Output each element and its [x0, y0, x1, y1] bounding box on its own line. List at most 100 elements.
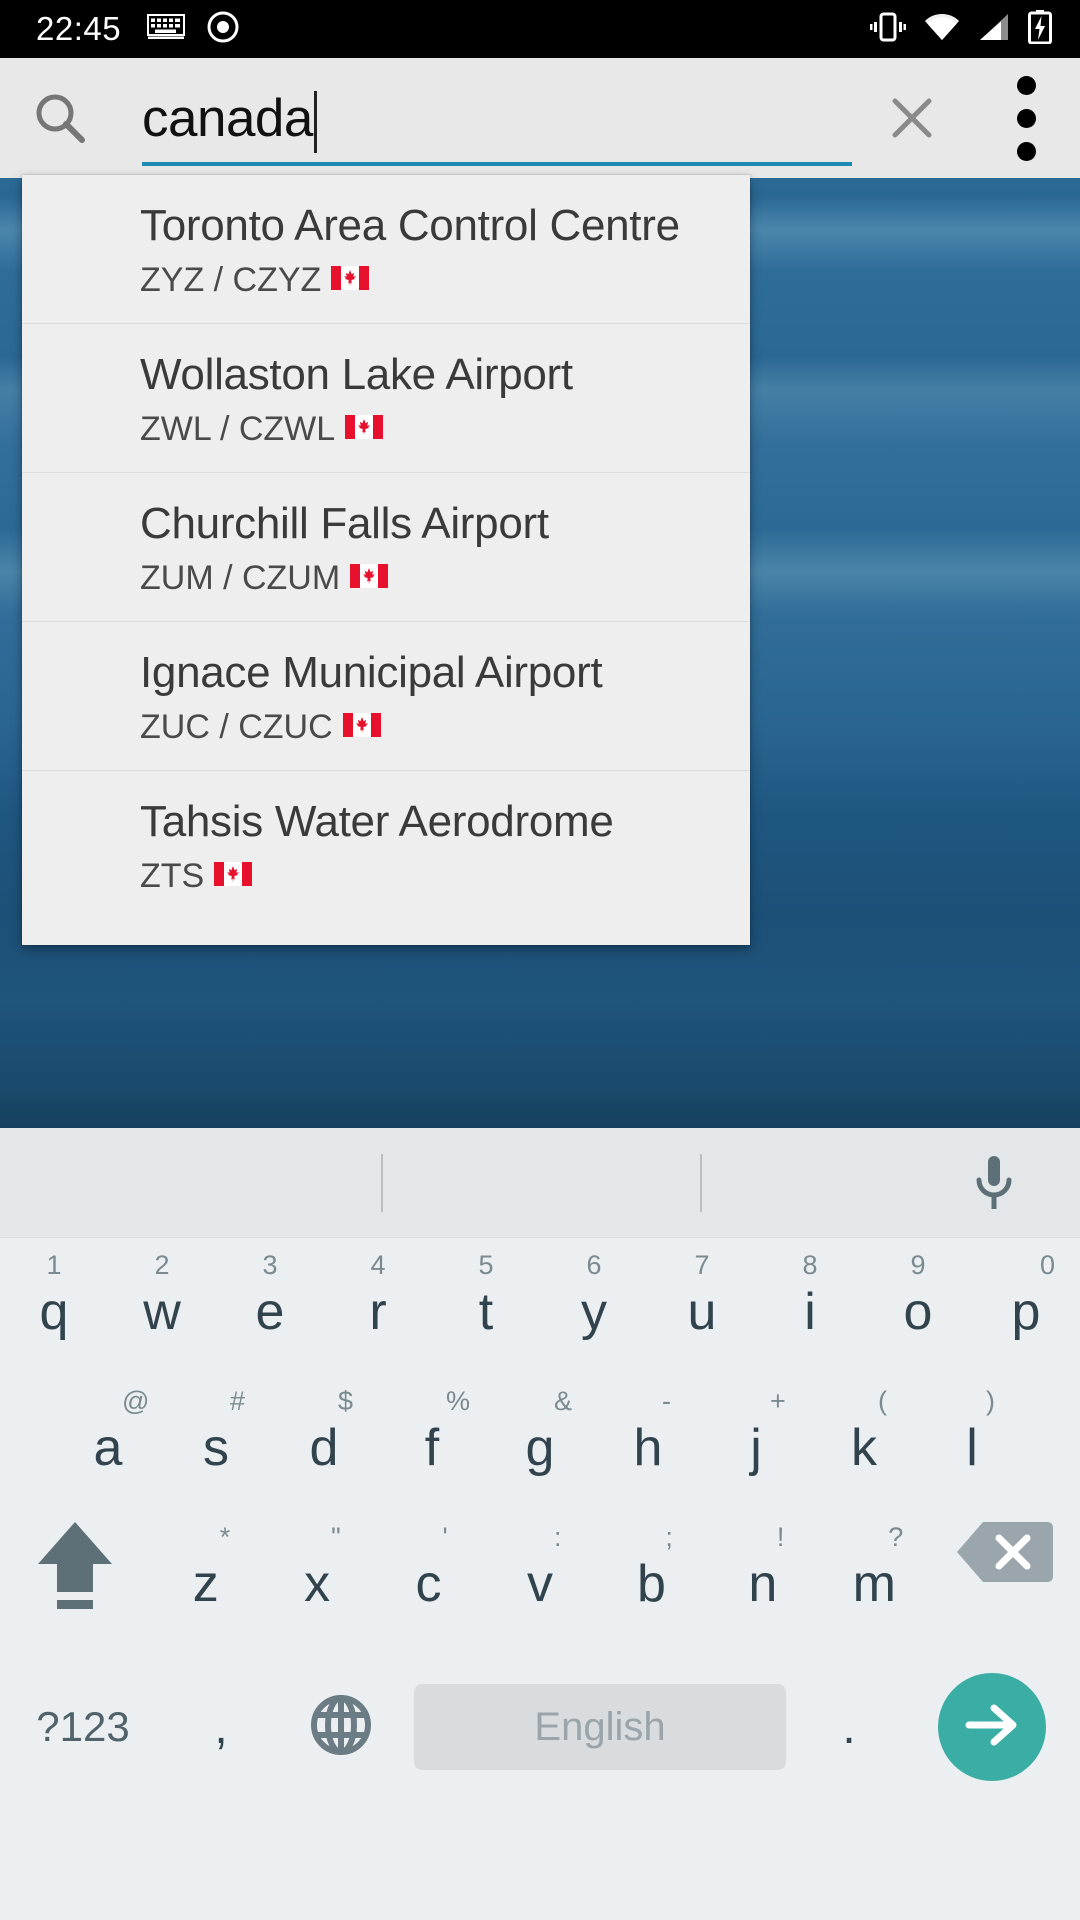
suggestion-name: Tahsis Water Aerodrome	[140, 796, 614, 846]
key-label: u	[687, 1283, 717, 1341]
shift-icon	[32, 1516, 118, 1617]
key-j[interactable]: + j	[702, 1380, 810, 1516]
search-input[interactable]: canada	[120, 58, 852, 178]
suggestion-name: Churchill Falls Airport	[140, 498, 549, 548]
space-key[interactable]: English	[414, 1684, 786, 1770]
key-label: a	[93, 1419, 123, 1477]
key-w[interactable]: 2w	[108, 1244, 216, 1380]
key-k[interactable]: (k	[810, 1380, 918, 1516]
key-m[interactable]: ? m	[819, 1516, 930, 1652]
suggestion-codes-row: ZTS	[140, 857, 750, 895]
key-y[interactable]: 6y	[540, 1244, 648, 1380]
symbols-key[interactable]: ?123	[0, 1703, 166, 1751]
key-hint: 5	[478, 1250, 494, 1280]
key-label: w	[143, 1283, 181, 1341]
shift-key[interactable]	[0, 1516, 150, 1617]
key-a[interactable]: @ a	[54, 1380, 162, 1516]
key-hint: +	[770, 1386, 786, 1416]
key-b[interactable]: ; b	[596, 1516, 707, 1652]
key-i[interactable]: 8i	[756, 1244, 864, 1380]
comma-key[interactable]: ,	[166, 1700, 276, 1755]
record-icon	[207, 11, 239, 48]
suggestion-divider	[700, 1154, 702, 1212]
status-bar: 22:45	[0, 0, 1080, 58]
backspace-icon	[956, 1516, 1053, 1593]
key-u[interactable]: 7u	[648, 1244, 756, 1380]
key-label: l	[966, 1419, 978, 1477]
keyboard-row-2: @ a # s $ d % f & g -h + j (k ) l	[0, 1380, 1080, 1516]
key-hint: 3	[262, 1250, 278, 1280]
microphone-icon[interactable]	[966, 1152, 1022, 1219]
overflow-menu-icon	[1016, 75, 1036, 95]
key-hint: 1	[46, 1250, 62, 1280]
key-label: t	[478, 1283, 494, 1341]
key-hint: 7	[694, 1250, 710, 1280]
enter-key-circle	[938, 1673, 1046, 1781]
key-o[interactable]: 9o	[864, 1244, 972, 1380]
suggestion-codes: ZWL / CZWL	[140, 409, 336, 448]
list-item[interactable]: Tahsis Water Aerodrome ZTS	[22, 771, 750, 945]
key-hint: &	[554, 1386, 573, 1416]
key-x[interactable]: " x	[261, 1516, 372, 1652]
suggestion-name: Wollaston Lake Airport	[140, 349, 573, 399]
key-hint: -	[662, 1386, 671, 1416]
key-z[interactable]: * z	[150, 1516, 261, 1652]
suggestion-codes-row: ZUM / CZUM	[140, 558, 750, 597]
keyboard-row-3: * z " x ' c :v ; b ! n ? m	[0, 1516, 1080, 1652]
overflow-menu-button[interactable]	[972, 58, 1080, 178]
key-label: y	[581, 1283, 607, 1341]
key-n[interactable]: ! n	[707, 1516, 818, 1652]
key-label: h	[633, 1419, 663, 1477]
suggestion-codes-row: ZYZ / CZYZ	[140, 260, 750, 299]
key-label: i	[804, 1283, 816, 1341]
on-screen-keyboard: 1q 2w 3e 4r 5t 6y 7u 8i 9o 0p @ a # s $ d %…	[0, 1128, 1080, 1920]
clear-search-button[interactable]	[852, 93, 972, 143]
key-q[interactable]: 1q	[0, 1244, 108, 1380]
key-hint: )	[986, 1386, 995, 1416]
suggestion-codes: ZUC / CZUC	[140, 707, 333, 746]
key-hint: #	[230, 1386, 246, 1416]
canada-flag-icon	[214, 858, 253, 895]
key-hint: *	[219, 1522, 231, 1552]
key-e[interactable]: 3e	[216, 1244, 324, 1380]
list-item[interactable]: Toronto Area Control Centre ZYZ / CZYZ	[22, 175, 750, 324]
key-l[interactable]: ) l	[918, 1380, 1026, 1516]
period-key[interactable]: .	[794, 1700, 904, 1755]
search-icon[interactable]	[0, 90, 120, 146]
keyboard-suggestion-strip[interactable]	[0, 1128, 1080, 1238]
backspace-key[interactable]	[930, 1516, 1080, 1593]
key-c[interactable]: ' c	[373, 1516, 484, 1652]
key-g[interactable]: & g	[486, 1380, 594, 1516]
key-hint: :	[553, 1522, 562, 1552]
key-h[interactable]: -h	[594, 1380, 702, 1516]
key-hint: 2	[154, 1250, 170, 1280]
canada-flag-icon	[331, 262, 370, 299]
suggestion-codes: ZYZ / CZYZ	[140, 260, 322, 299]
key-t[interactable]: 5t	[432, 1244, 540, 1380]
key-f[interactable]: % f	[378, 1380, 486, 1516]
status-bar-clock: 22:45	[36, 10, 122, 47]
key-d[interactable]: $ d	[270, 1380, 378, 1516]
list-item[interactable]: Wollaston Lake Airport ZWL / CZWL	[22, 324, 750, 473]
key-label: m	[852, 1555, 896, 1613]
key-p[interactable]: 0p	[972, 1244, 1080, 1380]
key-r[interactable]: 4r	[324, 1244, 432, 1380]
language-switch-key[interactable]	[276, 1694, 406, 1761]
key-label: n	[748, 1555, 778, 1613]
enter-key[interactable]	[904, 1673, 1080, 1781]
key-hint: "	[331, 1522, 341, 1552]
key-label: k	[851, 1419, 877, 1477]
key-v[interactable]: :v	[484, 1516, 595, 1652]
text-cursor	[313, 91, 317, 153]
canada-flag-icon	[342, 709, 381, 746]
keyboard-icon	[147, 13, 186, 45]
key-hint: %	[446, 1386, 471, 1416]
list-item[interactable]: Ignace Municipal Airport ZUC / CZUC	[22, 622, 750, 771]
key-s[interactable]: # s	[162, 1380, 270, 1516]
search-suggestions-list: Toronto Area Control Centre ZYZ / CZYZ W…	[22, 175, 750, 945]
key-label: s	[203, 1419, 229, 1477]
key-hint: ;	[665, 1522, 673, 1552]
suggestion-codes: ZUM / CZUM	[140, 558, 341, 597]
battery-charging-icon	[1028, 9, 1052, 49]
list-item[interactable]: Churchill Falls Airport ZUM / CZUM	[22, 473, 750, 622]
